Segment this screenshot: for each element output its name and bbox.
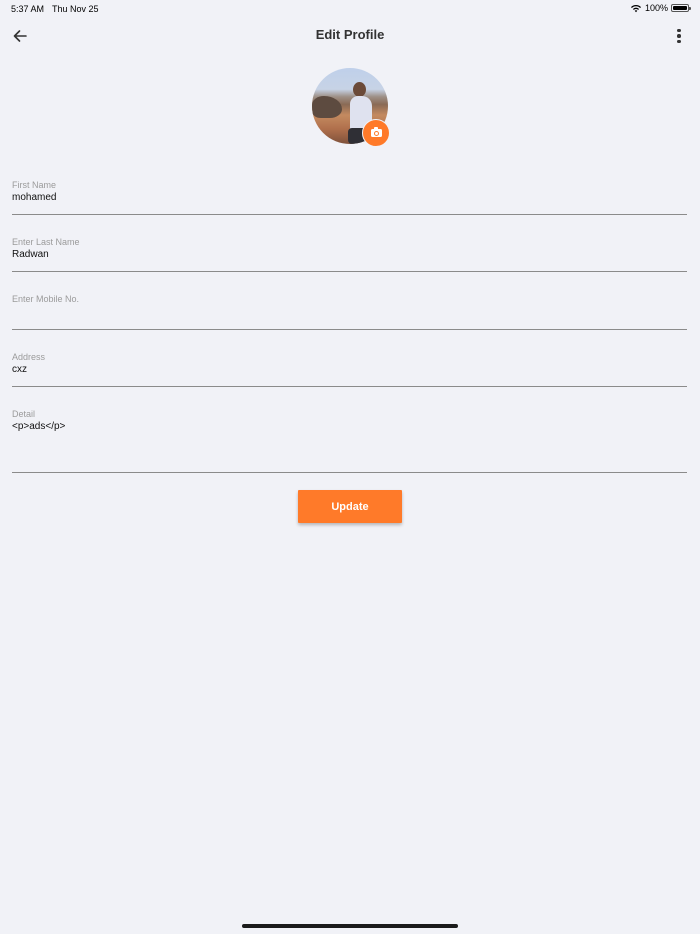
status-date: Thu Nov 25 [52,4,99,14]
address-field[interactable]: Address cxz [12,351,687,387]
address-input[interactable]: cxz [12,363,687,377]
last-name-input[interactable]: Radwan [12,248,687,262]
profile-avatar-container [312,68,392,148]
detail-textarea[interactable]: <p>ads</p> [12,420,687,434]
avatar-photo-head [353,82,366,97]
last-name-field[interactable]: Enter Last Name Radwan [12,236,687,272]
battery-icon [671,4,691,12]
first-name-input[interactable]: mohamed [12,191,687,205]
battery-level-fill [673,6,687,10]
update-button[interactable]: Update [298,490,402,523]
status-time: 5:37 AM [11,4,45,14]
mobile-input[interactable] [12,305,687,319]
detail-label: Detail [12,409,36,419]
mobile-label: Enter Mobile No. [12,294,80,304]
more-vertical-icon [677,34,681,38]
wifi-icon [630,4,641,12]
last-name-label: Enter Last Name [12,237,80,247]
address-label: Address [12,352,46,362]
more-vertical-icon [677,28,681,33]
status-indicators: 100% [630,3,691,13]
more-options-button[interactable] [672,27,686,45]
home-indicator [242,924,458,928]
more-vertical-icon [677,39,681,44]
mobile-field[interactable]: Enter Mobile No. [12,293,687,330]
avatar-photo-rock [312,96,342,118]
first-name-label: First Name [12,180,57,190]
page-title: Edit Profile [315,27,385,42]
first-name-field[interactable]: First Name mohamed [12,179,687,215]
battery-percentage: 100% [644,3,668,13]
detail-field[interactable]: Detail <p>ads</p> [12,408,687,473]
change-photo-button[interactable] [362,119,390,147]
app-header: Edit Profile [0,22,700,50]
camera-icon [370,127,382,137]
status-bar: 5:37 AM Thu Nov 25 100% [0,0,700,18]
